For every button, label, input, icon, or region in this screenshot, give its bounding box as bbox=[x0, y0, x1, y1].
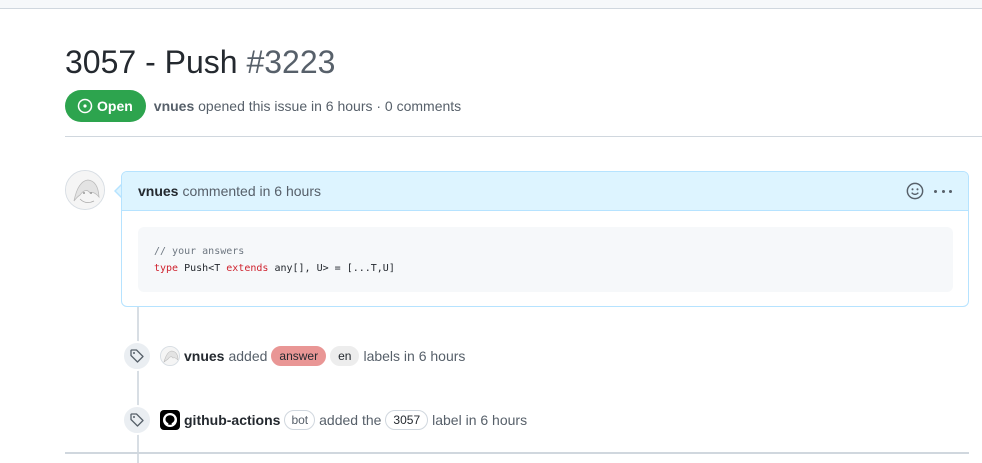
code-type-body: any[], U> = [...T,U] bbox=[268, 263, 395, 274]
timeline-event: vnues added answer en labels in 6 hours bbox=[122, 341, 465, 371]
smiley-icon[interactable] bbox=[906, 182, 924, 200]
comment-meta[interactable]: commented in 6 hours bbox=[182, 183, 321, 199]
kebab-menu-icon[interactable] bbox=[934, 182, 952, 200]
code-comment: // your answers bbox=[154, 246, 245, 257]
comment-author-link[interactable]: vnues bbox=[138, 183, 178, 199]
event-text: added the bbox=[319, 412, 382, 428]
issue-number: #3223 bbox=[246, 44, 336, 80]
event-text-after: label in 6 hours bbox=[432, 412, 528, 428]
avatar-image bbox=[66, 171, 104, 209]
label-answer[interactable]: answer bbox=[271, 346, 327, 366]
label-3057[interactable]: 3057 bbox=[385, 410, 429, 430]
event-actor-link[interactable]: github-actions bbox=[184, 412, 280, 428]
issue-open-icon bbox=[77, 98, 93, 114]
issue-title: 3057 - Push bbox=[65, 44, 238, 80]
comment-header: vnues commented in 6 hours bbox=[122, 172, 968, 211]
top-bar bbox=[0, 0, 982, 9]
avatar[interactable] bbox=[160, 346, 180, 366]
code-keyword-extends: extends bbox=[226, 263, 269, 274]
event-text-after: labels in 6 hours bbox=[363, 348, 466, 364]
timeline-line bbox=[137, 307, 139, 463]
issue-meta-text: vnues opened this issue in 6 hours · 0 c… bbox=[154, 98, 461, 114]
issue-meta-detail: opened this issue in 6 hours · 0 comment… bbox=[198, 98, 462, 114]
tag-icon bbox=[122, 341, 152, 371]
status-label: Open bbox=[97, 98, 133, 114]
comment-box: vnues commented in 6 hours // your answe… bbox=[121, 171, 969, 307]
bottom-divider bbox=[65, 452, 969, 454]
status-badge: Open bbox=[65, 90, 146, 122]
tag-icon bbox=[122, 405, 152, 435]
page-title: 3057 - Push #3223 bbox=[65, 40, 335, 84]
timeline-event: github-actions bot added the 3057 label … bbox=[122, 405, 527, 435]
event-actor-link[interactable]: vnues bbox=[184, 348, 224, 364]
code-keyword-type: type bbox=[154, 263, 179, 274]
bot-badge: bot bbox=[284, 410, 316, 430]
issue-author-link[interactable]: vnues bbox=[154, 98, 194, 114]
code-type-name: Push<T bbox=[178, 263, 227, 274]
issue-meta: Open vnues opened this issue in 6 hours … bbox=[65, 90, 461, 122]
code-block: // your answers type Push<T extends any[… bbox=[138, 227, 953, 292]
github-icon bbox=[163, 413, 177, 427]
avatar[interactable] bbox=[65, 170, 105, 210]
comment-actions bbox=[906, 182, 952, 200]
header-divider bbox=[65, 136, 982, 137]
github-actions-avatar[interactable] bbox=[160, 410, 180, 430]
event-text: added bbox=[228, 348, 268, 364]
label-en[interactable]: en bbox=[330, 346, 360, 366]
